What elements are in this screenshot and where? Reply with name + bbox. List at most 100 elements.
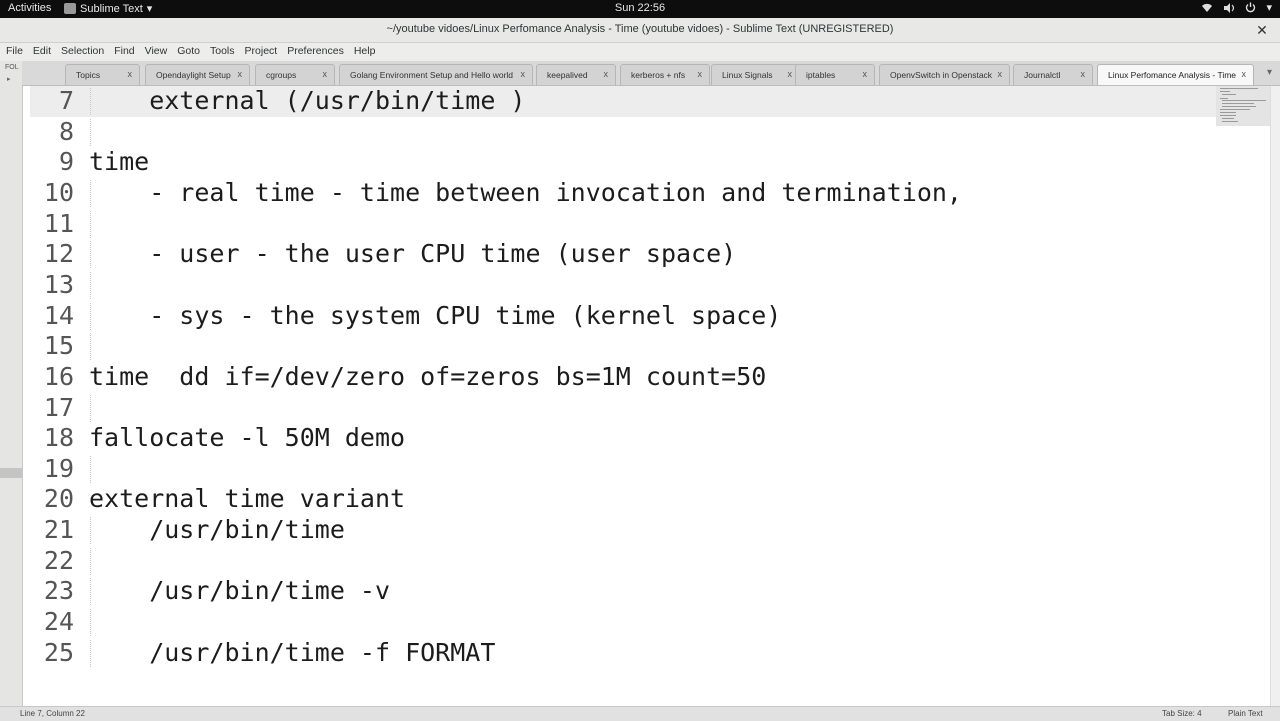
chevron-right-icon[interactable]: ▸ bbox=[7, 75, 11, 83]
indent-guide bbox=[90, 609, 91, 636]
indent-guide bbox=[90, 303, 91, 330]
tab-label: OpenvSwitch in Openstack bbox=[890, 70, 993, 80]
close-icon[interactable]: x bbox=[323, 69, 328, 79]
indent-guide bbox=[90, 640, 91, 667]
tab-linux-perf-time[interactable]: Linux Perfomance Analysis - Time x bbox=[1097, 64, 1254, 85]
tab-linux-signals[interactable]: Linux Signals x bbox=[711, 64, 800, 85]
clock[interactable]: Sun 22:56 bbox=[615, 2, 665, 14]
window-title-bar[interactable]: ~/youtube vidoes/Linux Perfomance Analys… bbox=[0, 18, 1280, 43]
close-icon[interactable]: x bbox=[788, 69, 793, 79]
code-line[interactable]: time dd if=/dev/zero of=zeros bs=1M coun… bbox=[89, 362, 766, 391]
indent-guide bbox=[90, 548, 91, 575]
tab-size-selector[interactable]: Tab Size: 4 bbox=[1162, 709, 1202, 718]
activities-button[interactable]: Activities bbox=[8, 2, 51, 14]
line-number: 12 bbox=[43, 239, 74, 268]
menu-help[interactable]: Help bbox=[350, 43, 380, 59]
line-number: 16 bbox=[43, 362, 74, 391]
sidebar-scrollbar[interactable] bbox=[0, 468, 22, 478]
code-line[interactable]: - user - the user CPU time (user space) bbox=[89, 239, 736, 268]
line-number: 14 bbox=[43, 301, 74, 330]
code-line[interactable]: external (/usr/bin/time ) bbox=[89, 86, 525, 115]
tab-label: Topics bbox=[76, 70, 101, 80]
close-icon[interactable]: x bbox=[604, 69, 609, 79]
tab-openvswitch[interactable]: OpenvSwitch in Openstack x bbox=[879, 64, 1010, 85]
tab-golang-setup[interactable]: Golang Environment Setup and Hello world… bbox=[339, 64, 533, 85]
close-icon[interactable]: x bbox=[1242, 69, 1247, 79]
menu-bar: File Edit Selection Find View Goto Tools Projec… bbox=[0, 43, 1280, 61]
close-icon[interactable]: x bbox=[698, 69, 703, 79]
tab-label: Golang Environment Setup and Hello world bbox=[350, 70, 514, 80]
sublime-app-icon bbox=[64, 3, 76, 14]
indent-guide bbox=[90, 456, 91, 483]
chevron-down-icon: ▾ bbox=[146, 3, 153, 15]
menu-view[interactable]: View bbox=[141, 43, 172, 59]
tab-label: kerberos + nfs bbox=[631, 70, 686, 80]
code-line[interactable]: fallocate -l 50M demo bbox=[89, 423, 405, 452]
line-number: 25 bbox=[43, 638, 74, 667]
line-number: 11 bbox=[43, 209, 74, 238]
status-bar: Line 7, Column 22 Tab Size: 4 Plain Text bbox=[0, 706, 1280, 721]
code-line[interactable]: external time variant bbox=[89, 484, 405, 513]
menu-project[interactable]: Project bbox=[241, 43, 282, 59]
indent-guide bbox=[90, 119, 91, 146]
line-number: 8 bbox=[58, 117, 74, 146]
app-menu-label: Sublime Text bbox=[80, 2, 143, 15]
indent-guide bbox=[90, 395, 91, 422]
close-icon[interactable]: x bbox=[521, 69, 526, 79]
menu-find[interactable]: Find bbox=[110, 43, 138, 59]
tab-journalctl[interactable]: Journalctl x bbox=[1013, 64, 1093, 85]
volume-icon bbox=[1224, 2, 1235, 13]
close-icon[interactable]: x bbox=[863, 69, 868, 79]
sidebar-folders-label: FOL bbox=[5, 64, 19, 71]
close-icon[interactable]: x bbox=[998, 69, 1003, 79]
line-number: 18 bbox=[43, 423, 74, 452]
line-number: 23 bbox=[43, 576, 74, 605]
minimap[interactable] bbox=[1216, 86, 1270, 126]
sidebar[interactable]: FOL ▸ bbox=[0, 61, 23, 720]
code-line[interactable]: - sys - the system CPU time (kernel spac… bbox=[89, 301, 781, 330]
power-icon bbox=[1246, 2, 1256, 13]
code-line[interactable]: - real time - time between invocation an… bbox=[89, 178, 962, 207]
indent-guide bbox=[90, 180, 91, 207]
menu-preferences[interactable]: Preferences bbox=[283, 43, 348, 59]
menu-selection[interactable]: Selection bbox=[57, 43, 108, 59]
code-line[interactable]: /usr/bin/time -f FORMAT bbox=[89, 638, 495, 667]
tab-label: cgroups bbox=[266, 70, 297, 80]
line-number: 9 bbox=[58, 147, 74, 176]
app-menu-button[interactable]: Sublime Text ▾ bbox=[64, 2, 152, 15]
tab-cgroups[interactable]: cgroups x bbox=[255, 64, 335, 85]
tab-iptables[interactable]: iptables x bbox=[795, 64, 875, 85]
line-number: 10 bbox=[43, 178, 74, 207]
window-title: ~/youtube vidoes/Linux Perfomance Analys… bbox=[386, 23, 894, 35]
tab-label: Linux Perfomance Analysis - Time bbox=[1108, 70, 1237, 80]
line-number: 24 bbox=[43, 607, 74, 636]
tab-label: keepalived bbox=[547, 70, 588, 80]
code-line[interactable]: /usr/bin/time -v bbox=[89, 576, 390, 605]
menu-goto[interactable]: Goto bbox=[173, 43, 204, 59]
close-icon[interactable]: ✕ bbox=[1254, 22, 1270, 38]
menu-file[interactable]: File bbox=[2, 43, 27, 59]
system-tray[interactable]: ▾ bbox=[1201, 1, 1272, 14]
line-number: 22 bbox=[43, 546, 74, 575]
code-line[interactable]: time bbox=[89, 147, 149, 176]
cursor-position: Line 7, Column 22 bbox=[20, 709, 85, 718]
line-number: 19 bbox=[43, 454, 74, 483]
tab-label: iptables bbox=[806, 70, 836, 80]
menu-edit[interactable]: Edit bbox=[29, 43, 55, 59]
vertical-scrollbar[interactable] bbox=[1270, 86, 1280, 706]
tab-opendaylight-setup[interactable]: Opendaylight Setup x bbox=[145, 64, 250, 85]
tab-topics[interactable]: Topics x bbox=[65, 64, 140, 85]
menu-tools[interactable]: Tools bbox=[206, 43, 239, 59]
syntax-selector[interactable]: Plain Text bbox=[1228, 709, 1263, 718]
tab-kerberos-nfs[interactable]: kerberos + nfs x bbox=[620, 64, 710, 85]
close-icon[interactable]: x bbox=[238, 69, 243, 79]
chevron-down-icon[interactable]: ▾ bbox=[1267, 67, 1272, 78]
close-icon[interactable]: x bbox=[128, 69, 133, 79]
chevron-down-icon: ▾ bbox=[1266, 2, 1272, 14]
tab-label: Linux Signals bbox=[722, 70, 773, 80]
tab-keepalived[interactable]: keepalived x bbox=[536, 64, 616, 85]
close-icon[interactable]: x bbox=[1081, 69, 1086, 79]
indent-guide bbox=[90, 333, 91, 360]
code-line[interactable]: /usr/bin/time bbox=[89, 515, 345, 544]
editor-area[interactable]: 7 external (/usr/bin/time ) 8 9 time 10 - re… bbox=[30, 86, 1216, 706]
